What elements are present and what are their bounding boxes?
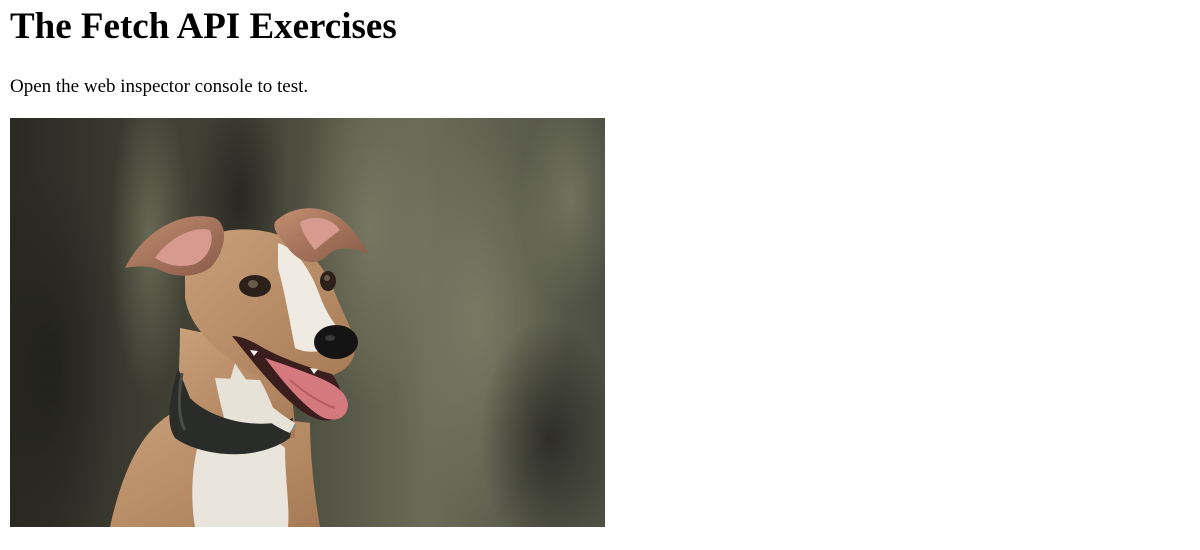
dog-photo — [10, 118, 605, 527]
dog-photo-image — [10, 118, 605, 527]
page-content: The Fetch API Exercises Open the web ins… — [10, 0, 1190, 550]
page-title: The Fetch API Exercises — [10, 6, 397, 47]
instruction-text: Open the web inspector console to test. — [10, 76, 309, 97]
